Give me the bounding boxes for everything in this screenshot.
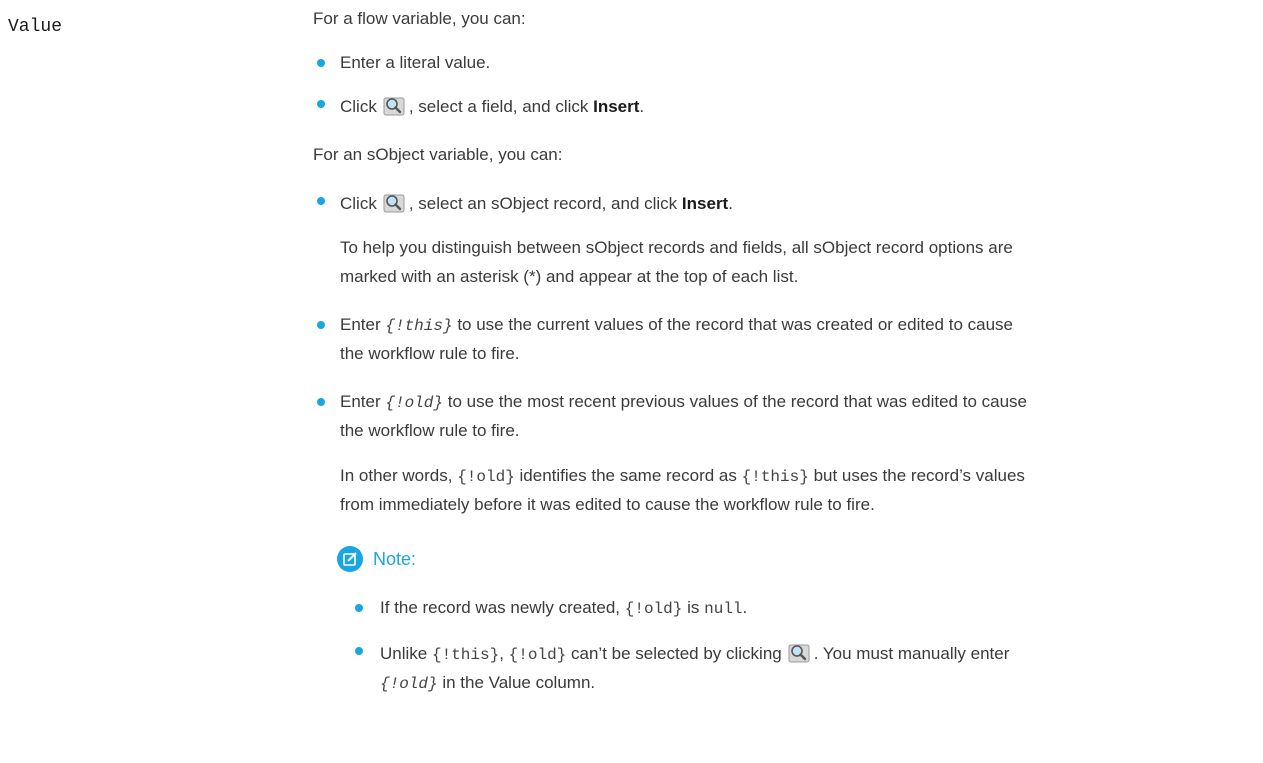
in-other-words: In other words, {!old} identifies the sa…	[340, 466, 1025, 486]
note-edit-icon	[337, 546, 363, 572]
sobject-intro: For an sObject variable, you can:	[313, 145, 563, 164]
bullet	[317, 59, 325, 67]
hint-line: marked with an asterisk (*) and appear a…	[340, 267, 799, 286]
lookup-magnifier-icon[interactable]	[383, 193, 405, 213]
note-title: Note:	[373, 549, 417, 569]
lookup-magnifier-icon[interactable]	[383, 96, 405, 116]
in-other-words-line2: from immediately before it was edited to…	[340, 495, 875, 514]
flow-intro: For a flow variable, you can:	[313, 9, 526, 28]
bullet	[317, 398, 325, 406]
list-item-text: Enter a literal value.	[340, 53, 491, 72]
bullet	[355, 604, 363, 612]
bullet	[317, 321, 325, 329]
bullet	[355, 647, 363, 655]
list-item-continuation: the workflow rule to fire.	[340, 344, 520, 363]
lookup-magnifier-icon[interactable]	[788, 643, 810, 663]
bullet	[317, 197, 325, 205]
list-item-continuation: the workflow rule to fire.	[340, 421, 520, 440]
hint-line: To help you distinguish between sObject …	[340, 238, 1013, 257]
bullet	[317, 100, 325, 108]
term-label: Value	[8, 17, 63, 37]
